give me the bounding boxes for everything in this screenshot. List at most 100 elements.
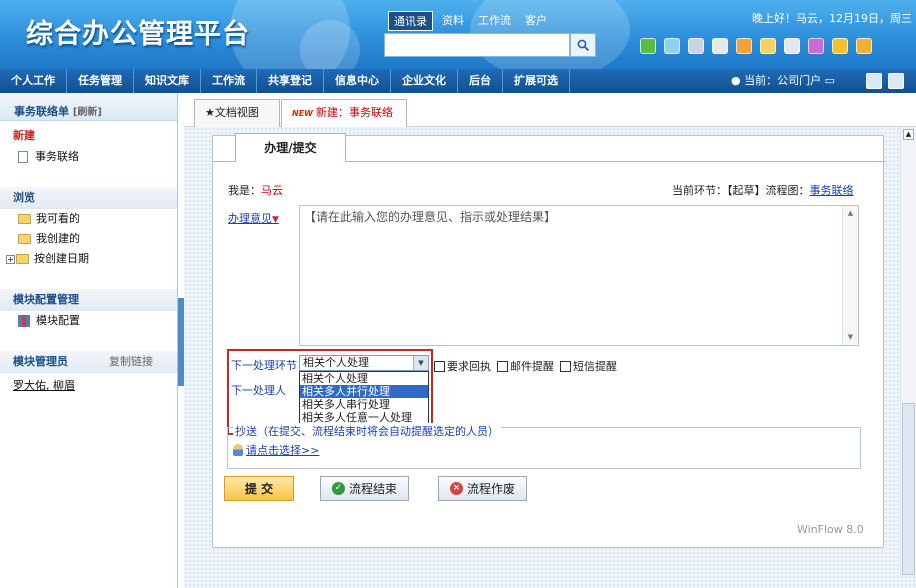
app-logo: 综合办公管理平台: [26, 19, 250, 50]
search-input[interactable]: [384, 33, 570, 57]
edit-icon[interactable]: [688, 38, 704, 54]
nav-shared-registry[interactable]: 共享登记: [257, 69, 324, 93]
version-footer: WinFlow 8.0: [797, 523, 864, 536]
app-header: 综合办公管理平台 通讯录 资料 工作流 客户 晚上好！马云，12月19日，周三: [0, 0, 916, 69]
tab-new-affair[interactable]: NEW 新建：事务联络: [281, 99, 407, 127]
opinion-placeholder: 【请在此输入您的办理意见、指示或处理结果】: [304, 210, 557, 224]
section-module-config: 模块配置管理: [0, 289, 177, 311]
me-name: 马云: [261, 184, 283, 197]
sidebar-item-viewable[interactable]: 我可看的: [0, 209, 177, 229]
sidebar-title: 事务联络单: [14, 105, 69, 118]
copy-link-button[interactable]: 复制链接: [109, 351, 153, 373]
top-tabs: 通讯录 资料 工作流 客户: [388, 11, 556, 31]
scroll-up-icon[interactable]: ▲: [846, 209, 855, 218]
greeting-text: 晚上好！马云，12月19日，周三: [752, 12, 912, 25]
button-label: 流程作废: [466, 482, 515, 496]
mail-icon[interactable]: [760, 38, 776, 54]
sidebar-item-by-date[interactable]: + 按创建日期: [0, 249, 177, 269]
workflow-panel: 办理/提交 我是：马云 当前环节：【起草】流程图：事务联络 办理意见▼ 【请在此…: [212, 133, 885, 548]
logout-icon[interactable]: [856, 38, 872, 54]
submit-button[interactable]: 提 交: [224, 476, 294, 501]
folder-icon: [16, 254, 29, 264]
sidebar-item-label: 我可看的: [36, 212, 80, 225]
top-tab-workflow[interactable]: 工作流: [473, 11, 516, 31]
next-step-label: 下一处理环节: [231, 359, 297, 372]
page-scrollbar[interactable]: ▲: [900, 127, 916, 576]
nav-corporate-culture[interactable]: 企业文化: [391, 69, 458, 93]
cc-pick-text: 请点击选择>>: [246, 444, 320, 457]
section-module-admin: 模块管理员 复制链接: [0, 351, 177, 373]
sidebar: 事务联络单 [刷新] 新建 事务联络 浏览 我可看的 我创建的 + 按创建日期 …: [0, 93, 178, 588]
opinion-label-text: 办理意见: [228, 212, 272, 225]
checkbox-label: 短信提醒: [573, 360, 617, 373]
scroll-thumb[interactable]: [902, 403, 915, 575]
checkbox-icon[interactable]: [497, 360, 508, 372]
nav-knowledge-library[interactable]: 知识文库: [134, 69, 201, 93]
shirt-icon[interactable]: [712, 38, 728, 54]
config-icon: [18, 315, 30, 327]
scroll-down-icon[interactable]: ▼: [846, 333, 855, 342]
sun-icon[interactable]: [736, 38, 752, 54]
current-step: 当前环节：【起草】流程图：事务联络: [672, 182, 854, 198]
opinion-label[interactable]: 办理意见▼: [228, 210, 279, 226]
option-parallel[interactable]: 相关多人并行处理: [300, 385, 428, 398]
document-tabs: ★文档视图 NEW 新建：事务联络: [184, 93, 916, 127]
search-button[interactable]: [570, 33, 596, 57]
folder-icon: [18, 234, 31, 244]
me-label: 我是：: [228, 184, 261, 197]
nav-backend[interactable]: 后台: [458, 69, 503, 93]
checkbox-icon[interactable]: [434, 360, 445, 372]
document-icon: [18, 151, 28, 163]
tab-document-view[interactable]: ★文档视图: [194, 99, 280, 127]
current-location: ● 当前：公司门户 ▭: [731, 74, 835, 87]
tab-handle-submit[interactable]: 办理/提交: [235, 133, 346, 162]
sync-icon[interactable]: [664, 38, 680, 54]
opinion-scrollbar[interactable]: ▲ ▼: [842, 206, 858, 345]
cc-pick-link[interactable]: 请点击选择>>: [233, 442, 319, 458]
checkbox-icon[interactable]: [560, 360, 571, 372]
sidebar-item-label: 按创建日期: [34, 252, 89, 265]
nav-info-center[interactable]: 信息中心: [324, 69, 391, 93]
next-person-label: 下一处理人: [231, 384, 286, 397]
section-new: 新建: [13, 129, 35, 142]
people-icon[interactable]: [808, 38, 824, 54]
top-tab-customers[interactable]: 客户: [520, 11, 552, 31]
sidebar-item-new-affair[interactable]: 事务联络: [0, 147, 177, 167]
notification-options: 要求回执 邮件提醒 短信提醒: [434, 358, 617, 374]
nav-task-management[interactable]: 任务管理: [67, 69, 134, 93]
cancel-icon: ×: [449, 482, 463, 495]
sidebar-item-created[interactable]: 我创建的: [0, 229, 177, 249]
sidebar-item-module-config[interactable]: 模块配置: [0, 311, 177, 331]
new-badge: NEW: [292, 109, 313, 118]
void-flow-button[interactable]: × 流程作废: [438, 476, 527, 501]
flowchart-link[interactable]: 事务联络: [810, 184, 854, 197]
module-admin-names[interactable]: 罗大佑, 柳眉: [0, 377, 177, 393]
select-value: 相关个人处理: [303, 356, 369, 369]
receipt-checkbox[interactable]: 要求回执: [434, 358, 491, 374]
sidebar-item-label: 事务联络: [35, 150, 79, 163]
nav-workflow[interactable]: 工作流: [201, 69, 257, 93]
refresh-button[interactable]: [刷新]: [73, 107, 102, 118]
opinion-textarea[interactable]: 【请在此输入您的办理意见、指示或处理结果】 ▲ ▼: [299, 205, 859, 346]
home-icon[interactable]: [640, 38, 656, 54]
note-icon[interactable]: [832, 38, 848, 54]
nav-extensions[interactable]: 扩展可选: [503, 69, 570, 93]
collapse-header-button[interactable]: [888, 73, 904, 89]
current-user: 我是：马云: [228, 182, 283, 198]
expand-icon[interactable]: +: [6, 254, 15, 264]
next-step-select[interactable]: 相关个人处理 ▼: [299, 355, 429, 371]
email-reminder-checkbox[interactable]: 邮件提醒: [497, 358, 554, 374]
pin-button[interactable]: [866, 73, 882, 89]
top-tab-contacts[interactable]: 通讯录: [388, 11, 433, 31]
nav-personal-work[interactable]: 个人工作: [0, 69, 67, 93]
option-personal[interactable]: 相关个人处理: [300, 372, 428, 385]
top-tab-documents[interactable]: 资料: [437, 11, 469, 31]
finish-flow-button[interactable]: ✓ 流程结束: [320, 476, 409, 501]
scroll-up-icon[interactable]: ▲: [903, 129, 914, 140]
sms-reminder-checkbox[interactable]: 短信提醒: [560, 358, 617, 374]
calendar-icon[interactable]: [784, 38, 800, 54]
chevron-down-icon[interactable]: ▼: [413, 356, 428, 370]
section-browse: 浏览: [0, 187, 177, 209]
option-serial[interactable]: 相关多人串行处理: [300, 398, 428, 411]
module-admin-title: 模块管理员: [13, 355, 68, 368]
